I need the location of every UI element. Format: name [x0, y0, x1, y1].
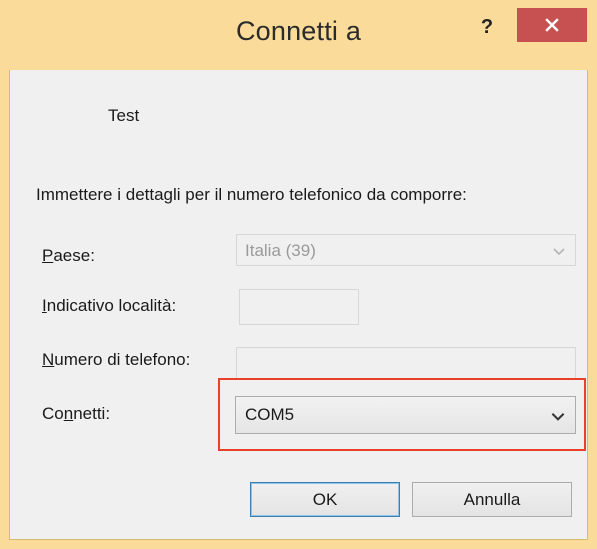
close-icon	[545, 18, 559, 32]
phone-number-field[interactable]	[236, 347, 576, 380]
connect-label-text: netti:	[73, 404, 111, 423]
connect-label-start: Co	[42, 404, 64, 423]
connect-using-label: Connetti:	[42, 404, 110, 424]
country-accesskey: P	[42, 246, 54, 265]
help-button[interactable]: ?	[470, 14, 504, 40]
phone-number-accesskey: N	[42, 350, 55, 369]
connect-using-select[interactable]: COM5	[235, 396, 576, 434]
area-code-label: Indicativo località:	[42, 296, 176, 316]
country-label: Paese:	[42, 246, 95, 266]
instructions-text: Immettere i dettagli per il numero telef…	[36, 185, 467, 204]
chevron-down-icon	[551, 413, 565, 421]
chevron-down-icon	[553, 248, 565, 256]
cancel-button[interactable]: Annulla	[412, 482, 572, 517]
ok-button[interactable]: OK	[250, 482, 400, 517]
connect-using-value: COM5	[245, 405, 295, 424]
dialog-title: Connetti a	[235, 16, 362, 46]
phone-number-label-text: umero di telefono:	[54, 350, 191, 369]
title-bar[interactable]: Connetti a ?	[0, 0, 597, 70]
close-button[interactable]	[517, 8, 587, 42]
connect-accesskey: n	[63, 404, 74, 423]
country-label-text: aese:	[53, 246, 95, 265]
phone-number-label: Numero di telefono:	[42, 350, 190, 370]
connect-to-dialog: Connetti a ? Test Immettere i dettagli p…	[0, 0, 597, 549]
country-select[interactable]: Italia (39)	[236, 234, 576, 266]
area-code-label-text: ndicativo località:	[46, 296, 177, 315]
entry-name: Test	[108, 106, 140, 125]
area-code-field[interactable]	[239, 289, 359, 325]
country-value: Italia (39)	[245, 241, 316, 260]
dialog-body: Test Immettere i dettagli per il numero …	[9, 70, 588, 540]
